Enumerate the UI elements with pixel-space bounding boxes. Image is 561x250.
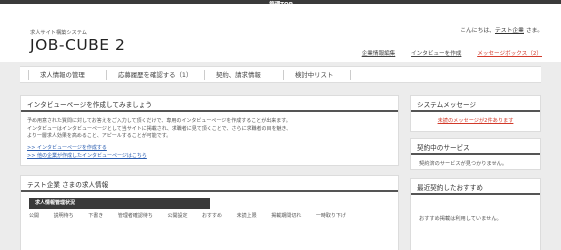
interview-links: >> インタビューページを作成する >> 他の企業が作成したインタビューページは… (27, 145, 147, 160)
greeting: こんにちは、テスト企業 さま。 (460, 25, 543, 34)
column-header: 公開設定 (167, 213, 188, 219)
nav-separator (28, 70, 29, 80)
column-header: 公開 (29, 213, 40, 219)
greeting-suffix: さま。 (523, 28, 543, 34)
create-interview-page-link[interactable]: >> インタビューページを作成する (27, 145, 147, 153)
nav-item-contracts[interactable]: 契約、請求情報 (216, 70, 261, 79)
description-line: インタビューはインタビューページとして当サイトに掲載され、求職者に見て頂くことで… (27, 125, 292, 132)
job-info-panel: テスト企業 さまの求人情報 求人情報管理状況 公開 説明待ち 下書き 管理者確認… (20, 175, 399, 250)
recommend-panel-title: 最近契約したおすすめ (411, 182, 540, 195)
user-name-link[interactable]: テスト企業 (495, 28, 524, 34)
column-header: 掲載期間切れ (271, 213, 302, 219)
company-edit-link[interactable]: 企業情報編集 (362, 51, 396, 57)
site-subtitle: 求人サイト構築システム (30, 30, 87, 36)
interview-panel-title: インタビューページを作成してみましょう (21, 99, 398, 112)
create-interview-link[interactable]: インタビューを作成 (411, 51, 461, 57)
nav-item-applications[interactable]: 応募履歴を確認する（1） (118, 70, 192, 79)
nav-item-consideration-list[interactable]: 検討中リスト (295, 70, 333, 79)
recommend-panel: 最近契約したおすすめ おすすめ掲載は利用していません。 (410, 178, 541, 250)
job-status-header: 求人情報管理状況 (29, 198, 210, 209)
nav-separator (204, 70, 205, 80)
contract-panel: 契約中のサービス 契約済のサービスが見つかりません。 (410, 138, 541, 170)
column-header: 下書き (88, 213, 104, 219)
job-panel-title: テスト企業 さまの求人情報 (21, 179, 398, 192)
interview-description: 予め用意された質問に対してお答えをご入力して頂くだけで、専用のインタビューページ… (27, 118, 291, 141)
contract-empty-text: 契約済のサービスが見つかりません。 (419, 161, 508, 167)
other-interviews-link[interactable]: >> 他の企業が作成したインタビューページはこちら (27, 153, 147, 161)
interview-panel: インタビューページを作成してみましょう 予め用意された質問に対してお答えをご入力… (20, 95, 399, 166)
column-header: 未読上限 (236, 213, 257, 219)
messagebox-link[interactable]: メッセージボックス（2） (477, 51, 542, 57)
header: 求人サイト構築システム JOB-CUBE 2 こんにちは、テスト企業 さま。 企… (0, 4, 561, 62)
system-message-panel: システムメッセージ 未読のメッセージが2件あります (410, 95, 541, 132)
column-header: おすすめ (202, 213, 223, 219)
main-nav: 求人情報の管理 応募履歴を確認する（1） 契約、請求情報 検討中リスト (20, 66, 541, 83)
nav-separator (106, 70, 107, 80)
system-panel-title: システムメッセージ (411, 99, 540, 112)
description-line: 予め用意された質問に対してお答えをご入力して頂くだけで、専用のインタビューページ… (27, 118, 291, 124)
site-logo[interactable]: JOB-CUBE 2 (30, 36, 125, 54)
contract-panel-title: 契約中のサービス (411, 142, 540, 155)
column-header: 管理者確認待ち (117, 213, 153, 219)
column-header: 一時取り下げ (315, 213, 346, 219)
nav-separator (283, 70, 284, 80)
recommend-empty-text: おすすめ掲載は利用していません。 (419, 216, 502, 222)
unread-messages-link[interactable]: 未読のメッセージが2件あります (411, 117, 540, 124)
nav-item-job-management[interactable]: 求人情報の管理 (40, 70, 85, 79)
column-header: 説明待ち (53, 213, 74, 219)
greeting-prefix: こんにちは、 (460, 28, 495, 34)
description-line: より一層求人効果を高めること、アピールすることが可能です。 (27, 133, 172, 139)
job-status-columns: 公開 説明待ち 下書き 管理者確認待ち 公開設定 おすすめ 未読上限 掲載期間切… (29, 212, 359, 219)
nav-separator (350, 70, 351, 80)
header-links: 企業情報編集 インタビューを作成 メッセージボックス（2） (348, 49, 542, 57)
